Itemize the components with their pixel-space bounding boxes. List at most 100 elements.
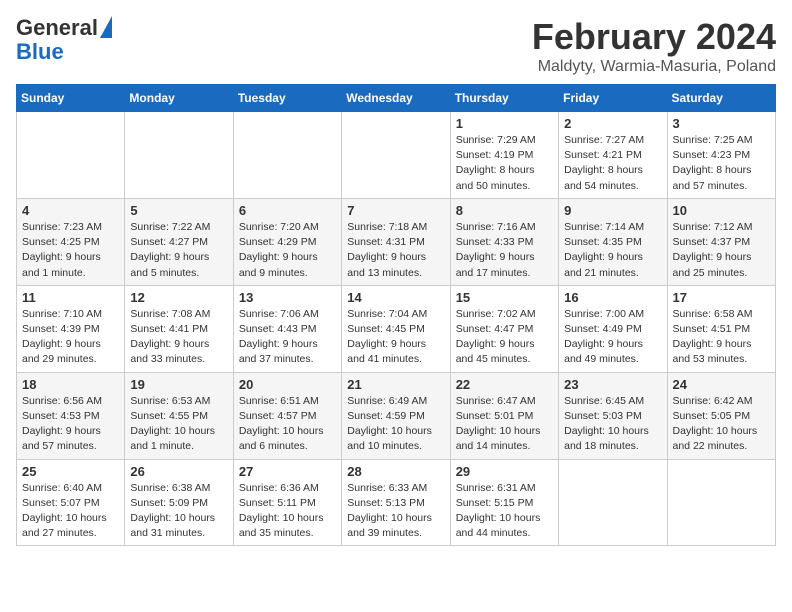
cell-content: Sunrise: 6:53 AM Sunset: 4:55 PM Dayligh… xyxy=(130,394,227,455)
calendar-cell xyxy=(125,112,233,199)
cell-content: Sunrise: 7:29 AM Sunset: 4:19 PM Dayligh… xyxy=(456,133,553,194)
cell-content: Sunrise: 7:08 AM Sunset: 4:41 PM Dayligh… xyxy=(130,307,227,368)
calendar-cell: 9 Sunrise: 7:14 AM Sunset: 4:35 PM Daylig… xyxy=(559,198,667,285)
calendar-cell: 22 Sunrise: 6:47 AM Sunset: 5:01 PM Dayli… xyxy=(450,372,558,459)
calendar-cell: 24 Sunrise: 6:42 AM Sunset: 5:05 PM Dayli… xyxy=(667,372,775,459)
logo-blue: Blue xyxy=(16,39,64,64)
calendar-cell xyxy=(342,112,450,199)
day-header-sunday: Sunday xyxy=(17,85,125,112)
calendar-cell: 16 Sunrise: 7:00 AM Sunset: 4:49 PM Dayli… xyxy=(559,285,667,372)
cell-content: Sunrise: 6:56 AM Sunset: 4:53 PM Dayligh… xyxy=(22,394,119,455)
cell-content: Sunrise: 7:16 AM Sunset: 4:33 PM Dayligh… xyxy=(456,220,553,281)
calendar-cell: 2 Sunrise: 7:27 AM Sunset: 4:21 PM Daylig… xyxy=(559,112,667,199)
day-header-friday: Friday xyxy=(559,85,667,112)
cell-content: Sunrise: 7:20 AM Sunset: 4:29 PM Dayligh… xyxy=(239,220,336,281)
day-number: 1 xyxy=(456,116,553,131)
calendar-cell: 26 Sunrise: 6:38 AM Sunset: 5:09 PM Dayli… xyxy=(125,459,233,546)
cell-content: Sunrise: 7:12 AM Sunset: 4:37 PM Dayligh… xyxy=(673,220,770,281)
cell-content: Sunrise: 6:58 AM Sunset: 4:51 PM Dayligh… xyxy=(673,307,770,368)
day-number: 29 xyxy=(456,464,553,479)
day-number: 27 xyxy=(239,464,336,479)
calendar-cell: 7 Sunrise: 7:18 AM Sunset: 4:31 PM Daylig… xyxy=(342,198,450,285)
calendar-table: SundayMondayTuesdayWednesdayThursdayFrid… xyxy=(16,84,776,546)
logo-general: General xyxy=(16,16,98,40)
cell-content: Sunrise: 7:04 AM Sunset: 4:45 PM Dayligh… xyxy=(347,307,444,368)
day-number: 28 xyxy=(347,464,444,479)
cell-content: Sunrise: 7:06 AM Sunset: 4:43 PM Dayligh… xyxy=(239,307,336,368)
day-header-tuesday: Tuesday xyxy=(233,85,341,112)
calendar-cell: 13 Sunrise: 7:06 AM Sunset: 4:43 PM Dayli… xyxy=(233,285,341,372)
day-number: 24 xyxy=(673,377,770,392)
day-number: 15 xyxy=(456,290,553,305)
day-number: 16 xyxy=(564,290,661,305)
cell-content: Sunrise: 7:22 AM Sunset: 4:27 PM Dayligh… xyxy=(130,220,227,281)
week-row-2: 4 Sunrise: 7:23 AM Sunset: 4:25 PM Daylig… xyxy=(17,198,776,285)
day-number: 5 xyxy=(130,203,227,218)
calendar-cell: 18 Sunrise: 6:56 AM Sunset: 4:53 PM Dayli… xyxy=(17,372,125,459)
cell-content: Sunrise: 6:45 AM Sunset: 5:03 PM Dayligh… xyxy=(564,394,661,455)
day-number: 10 xyxy=(673,203,770,218)
day-number: 7 xyxy=(347,203,444,218)
calendar-cell: 15 Sunrise: 7:02 AM Sunset: 4:47 PM Dayli… xyxy=(450,285,558,372)
day-number: 26 xyxy=(130,464,227,479)
calendar-cell: 27 Sunrise: 6:36 AM Sunset: 5:11 PM Dayli… xyxy=(233,459,341,546)
calendar-cell: 8 Sunrise: 7:16 AM Sunset: 4:33 PM Daylig… xyxy=(450,198,558,285)
week-row-4: 18 Sunrise: 6:56 AM Sunset: 4:53 PM Dayli… xyxy=(17,372,776,459)
cell-content: Sunrise: 6:36 AM Sunset: 5:11 PM Dayligh… xyxy=(239,481,336,542)
day-number: 14 xyxy=(347,290,444,305)
calendar-title: February 2024 xyxy=(532,16,776,58)
day-number: 21 xyxy=(347,377,444,392)
cell-content: Sunrise: 6:40 AM Sunset: 5:07 PM Dayligh… xyxy=(22,481,119,542)
day-number: 18 xyxy=(22,377,119,392)
day-number: 17 xyxy=(673,290,770,305)
calendar-cell: 19Sunrise: 6:53 AM Sunset: 4:55 PM Dayli… xyxy=(125,372,233,459)
cell-content: Sunrise: 6:47 AM Sunset: 5:01 PM Dayligh… xyxy=(456,394,553,455)
cell-content: Sunrise: 6:31 AM Sunset: 5:15 PM Dayligh… xyxy=(456,481,553,542)
day-number: 8 xyxy=(456,203,553,218)
day-headers-row: SundayMondayTuesdayWednesdayThursdayFrid… xyxy=(17,85,776,112)
cell-content: Sunrise: 7:02 AM Sunset: 4:47 PM Dayligh… xyxy=(456,307,553,368)
calendar-cell: 5 Sunrise: 7:22 AM Sunset: 4:27 PM Daylig… xyxy=(125,198,233,285)
calendar-cell: 3 Sunrise: 7:25 AM Sunset: 4:23 PM Daylig… xyxy=(667,112,775,199)
calendar-cell xyxy=(667,459,775,546)
day-number: 4 xyxy=(22,203,119,218)
cell-content: Sunrise: 7:18 AM Sunset: 4:31 PM Dayligh… xyxy=(347,220,444,281)
day-number: 2 xyxy=(564,116,661,131)
cell-content: Sunrise: 7:27 AM Sunset: 4:21 PM Dayligh… xyxy=(564,133,661,194)
day-header-wednesday: Wednesday xyxy=(342,85,450,112)
day-number: 25 xyxy=(22,464,119,479)
cell-content: Sunrise: 7:00 AM Sunset: 4:49 PM Dayligh… xyxy=(564,307,661,368)
day-number: 9 xyxy=(564,203,661,218)
calendar-cell: 23 Sunrise: 6:45 AM Sunset: 5:03 PM Dayli… xyxy=(559,372,667,459)
day-header-saturday: Saturday xyxy=(667,85,775,112)
page-header: General Blue February 2024 Maldyty, Warm… xyxy=(16,16,776,76)
calendar-cell: 25 Sunrise: 6:40 AM Sunset: 5:07 PM Dayli… xyxy=(17,459,125,546)
cell-content: Sunrise: 6:38 AM Sunset: 5:09 PM Dayligh… xyxy=(130,481,227,542)
calendar-cell: 10 Sunrise: 7:12 AM Sunset: 4:37 PM Dayli… xyxy=(667,198,775,285)
day-number: 12 xyxy=(130,290,227,305)
calendar-cell xyxy=(17,112,125,199)
day-number: 22 xyxy=(456,377,553,392)
calendar-cell: 20Sunrise: 6:51 AM Sunset: 4:57 PM Dayli… xyxy=(233,372,341,459)
calendar-cell xyxy=(233,112,341,199)
logo-triangle-icon xyxy=(100,16,112,38)
title-area: February 2024 Maldyty, Warmia-Masuria, P… xyxy=(532,16,776,76)
day-number: 23 xyxy=(564,377,661,392)
day-number: 13 xyxy=(239,290,336,305)
calendar-cell: 1 Sunrise: 7:29 AM Sunset: 4:19 PM Daylig… xyxy=(450,112,558,199)
cell-content: Sunrise: 7:25 AM Sunset: 4:23 PM Dayligh… xyxy=(673,133,770,194)
week-row-1: 1 Sunrise: 7:29 AM Sunset: 4:19 PM Daylig… xyxy=(17,112,776,199)
calendar-subtitle: Maldyty, Warmia-Masuria, Poland xyxy=(532,58,776,76)
calendar-cell xyxy=(559,459,667,546)
calendar-cell: 6 Sunrise: 7:20 AM Sunset: 4:29 PM Daylig… xyxy=(233,198,341,285)
cell-content: Sunrise: 6:42 AM Sunset: 5:05 PM Dayligh… xyxy=(673,394,770,455)
cell-content: Sunrise: 6:33 AM Sunset: 5:13 PM Dayligh… xyxy=(347,481,444,542)
cell-content: Sunrise: 7:14 AM Sunset: 4:35 PM Dayligh… xyxy=(564,220,661,281)
day-number: 11 xyxy=(22,290,119,305)
week-row-3: 11Sunrise: 7:10 AM Sunset: 4:39 PM Dayli… xyxy=(17,285,776,372)
cell-content: Sunrise: 6:49 AM Sunset: 4:59 PM Dayligh… xyxy=(347,394,444,455)
day-number: 3 xyxy=(673,116,770,131)
day-number: 20 xyxy=(239,377,336,392)
day-number: 6 xyxy=(239,203,336,218)
cell-content: Sunrise: 7:23 AM Sunset: 4:25 PM Dayligh… xyxy=(22,220,119,281)
